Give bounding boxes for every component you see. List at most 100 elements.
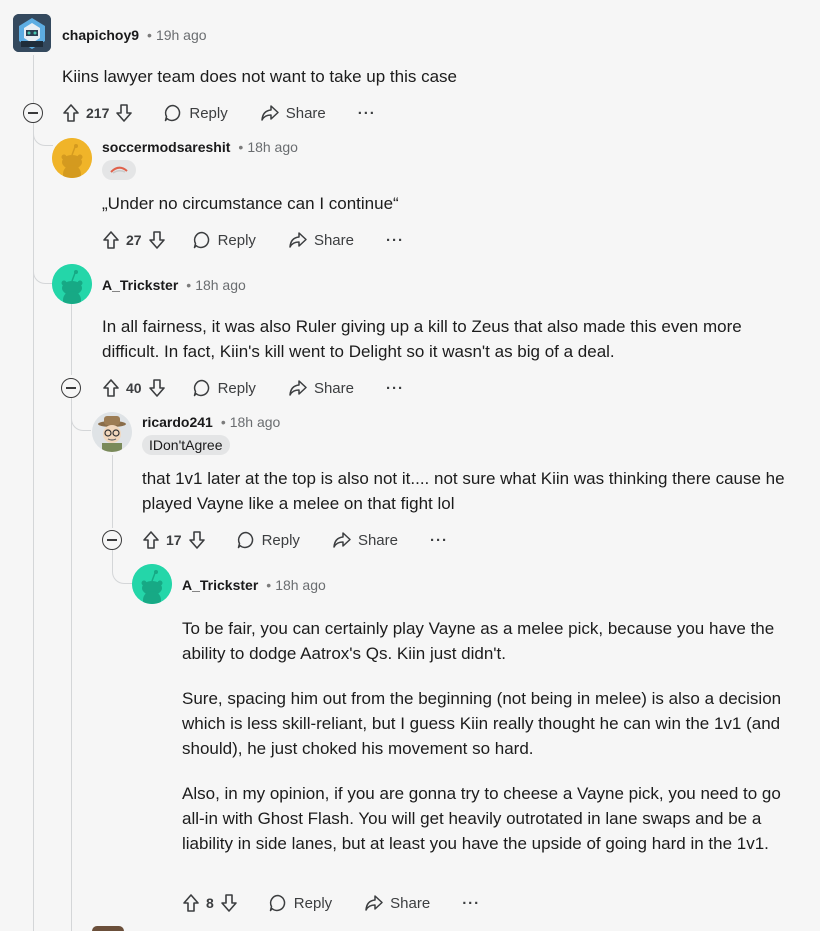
comment-time: 18h ago [275,577,326,593]
reply-label: Reply [217,231,256,249]
reply-button[interactable]: Reply [163,103,228,123]
vote-count: 8 [206,895,214,911]
vote-count: 17 [166,532,182,548]
more-options-button[interactable]: ··· [386,380,404,397]
comment-author[interactable]: soccermodsareshit • 18h ago [102,139,298,155]
share-arrow-icon [288,378,308,398]
share-arrow-icon [332,530,352,550]
share-button[interactable]: Share [260,103,326,123]
thread-curve [112,550,132,584]
reply-button[interactable]: Reply [268,893,332,913]
vote-controls: 17 [142,530,206,550]
more-options-button[interactable]: ··· [462,895,480,912]
separator: • [266,577,272,593]
upvote-icon[interactable] [182,893,200,913]
share-label: Share [390,894,431,912]
comment-paragraph: Sure, spacing him out from the beginning… [182,689,782,758]
vote-count: 40 [126,380,142,396]
author-name[interactable]: A_Trickster [182,577,258,593]
comment-author[interactable]: chapichoy9 • 19h ago [62,27,207,43]
upvote-icon[interactable] [102,378,120,398]
reply-button[interactable]: Reply [192,378,256,398]
flair-emblem-icon [110,166,128,174]
share-button[interactable]: Share [364,893,430,913]
vote-controls: 217 [62,103,133,123]
comment-paragraph: „Under no circumstance can I continue“ [102,194,399,213]
downvote-icon[interactable] [188,530,206,550]
upvote-icon[interactable] [62,103,80,123]
downvote-icon[interactable] [148,378,166,398]
more-icon: ··· [385,231,404,249]
separator: • [220,414,226,430]
comment-body: Kiins lawyer team does not want to take … [62,64,762,89]
share-button[interactable]: Share [288,230,354,250]
share-label: Share [313,379,354,397]
share-arrow-icon [260,103,280,123]
comment-author[interactable]: ricardo241 • 18h ago [142,414,280,430]
downvote-icon[interactable] [148,230,166,250]
downvote-icon[interactable] [115,103,133,123]
share-button[interactable]: Share [288,378,354,398]
author-name[interactable]: ricardo241 [142,414,213,430]
author-name[interactable]: soccermodsareshit [102,139,230,155]
comment-actions: 8 Reply Share ··· [182,890,500,916]
more-options-button[interactable]: ··· [386,232,404,249]
collapse-thread-button[interactable] [61,378,81,398]
avatar[interactable] [13,14,51,52]
reply-label: Reply [189,104,228,122]
thread-line [33,55,34,931]
thread-line [71,304,72,375]
avatar[interactable] [52,264,92,304]
collapse-thread-button[interactable] [23,103,43,123]
share-button[interactable]: Share [332,530,398,550]
comment-bubble-icon [236,530,256,550]
thread-line [112,455,113,528]
upvote-icon[interactable] [142,530,160,550]
vote-count: 27 [126,232,142,248]
separator: • [147,27,152,43]
comment-actions: 17 Reply Share ··· [142,527,468,553]
vote-controls: 8 [182,893,238,913]
comment-time: 18h ago [229,414,281,430]
separator: • [238,139,244,155]
reply-label: Reply [261,531,300,549]
comment-body: In all fairness, it was also Ruler givin… [102,314,782,364]
avatar[interactable] [52,138,92,178]
reply-button[interactable]: Reply [236,530,300,550]
downvote-icon[interactable] [220,893,238,913]
comment-bubble-icon [192,378,212,398]
author-name[interactable]: chapichoy9 [62,27,139,43]
comment-body: that 1v1 later at the top is also not it… [142,466,792,516]
comment-body: „Under no circumstance can I continue“ [102,191,802,216]
comment-author[interactable]: A_Trickster • 18h ago [182,577,326,593]
more-icon: ··· [385,379,404,397]
comment-paragraph: To be fair, you can certainly play Vayne… [182,619,775,663]
vote-controls: 27 [102,230,166,250]
comment-time: 19h ago [155,27,207,43]
avatar[interactable] [92,926,124,931]
comment-paragraph: that 1v1 later at the top is also not it… [142,469,785,513]
upvote-icon[interactable] [102,230,120,250]
more-icon: ··· [429,531,448,549]
share-label: Share [357,531,398,549]
vote-controls: 40 [102,378,166,398]
more-options-button[interactable]: ··· [358,105,376,122]
reply-label: Reply [217,379,256,397]
reply-label: Reply [293,894,333,912]
share-label: Share [285,104,326,122]
user-flair [102,160,136,180]
share-label: Share [313,231,354,249]
separator: • [186,277,192,293]
comment-actions: 27 Reply Share ··· [102,227,424,253]
comment-bubble-icon [268,893,288,913]
avatar[interactable] [92,412,132,452]
comment-time: 18h ago [247,139,298,155]
more-options-button[interactable]: ··· [430,532,448,549]
comment-paragraph: Kiins lawyer team does not want to take … [62,67,457,86]
comment-author[interactable]: A_Trickster • 18h ago [102,277,246,293]
vote-count: 217 [86,105,110,121]
collapse-thread-button[interactable] [102,530,122,550]
reply-button[interactable]: Reply [192,230,256,250]
avatar[interactable] [132,564,172,604]
author-name[interactable]: A_Trickster [102,277,178,293]
